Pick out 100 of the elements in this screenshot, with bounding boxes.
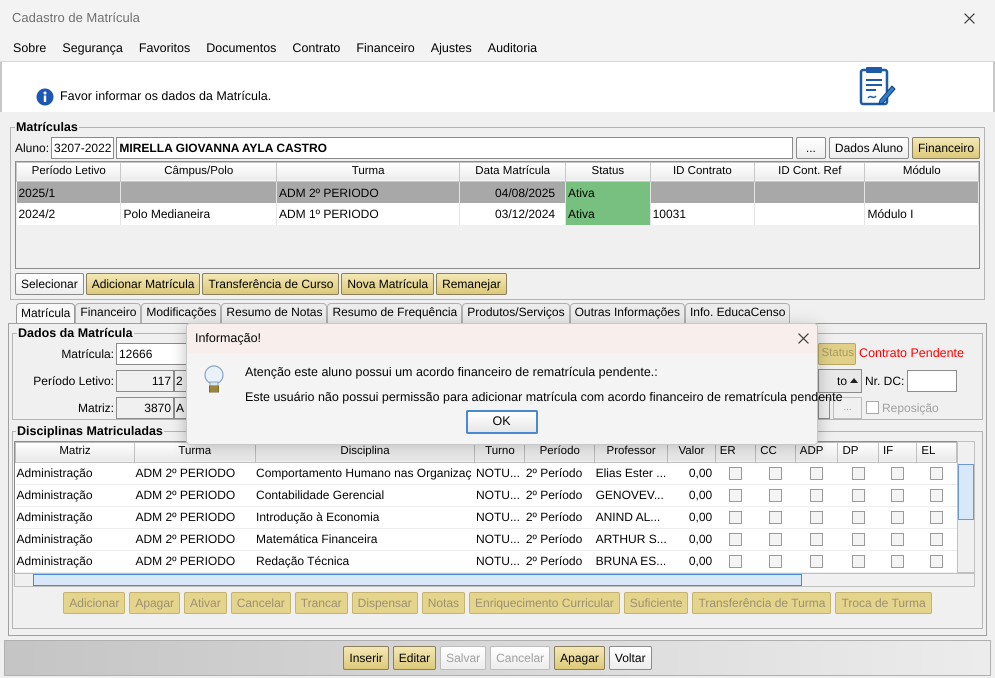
tab[interactable]: Modificações (141, 302, 222, 323)
checkbox[interactable] (852, 488, 865, 502)
checkbox[interactable] (891, 532, 904, 546)
checkbox[interactable] (930, 554, 944, 568)
checkbox[interactable] (891, 554, 904, 568)
tab[interactable]: Resumo de Frequência (327, 302, 462, 323)
table-cell: 0,00 (668, 506, 716, 528)
checkbox[interactable] (891, 488, 904, 502)
checkbox[interactable] (852, 466, 865, 480)
table-cell: Comportamento Humano nas Organizaç (255, 462, 475, 484)
column-header[interactable]: Módulo (864, 162, 978, 182)
enrollment-row[interactable]: 2024/2 Polo Medianeira ADM 1º PERIODO 03/12/2024 Ativa 10031 Módulo I (16, 203, 978, 226)
tab[interactable]: Outras Informações (570, 302, 685, 323)
student-data-button[interactable]: Dados Aluno (828, 136, 909, 159)
table-cell: NOTU... (474, 528, 525, 550)
menu-item[interactable]: Ajustes (430, 39, 472, 58)
action-button[interactable]: Transferência de Curso (202, 272, 340, 295)
column-header[interactable]: DP (838, 442, 878, 462)
column-header[interactable]: ID Contrato (650, 162, 755, 182)
checkbox[interactable] (930, 488, 944, 502)
checkbox[interactable] (852, 532, 865, 546)
footer-button[interactable]: Voltar (608, 646, 652, 670)
footer-button[interactable]: Editar (392, 646, 436, 670)
table-cell: GENOVEV... (594, 484, 668, 506)
checkbox[interactable] (930, 532, 944, 546)
table-cell: Administração (16, 484, 134, 506)
horizontal-scrollbar[interactable] (14, 572, 975, 586)
checkbox[interactable] (930, 510, 944, 524)
table-cell: Redação Técnica (255, 550, 475, 572)
checkbox[interactable] (930, 466, 944, 480)
table-cell: Matemática Financeira (255, 528, 475, 550)
student-code-field[interactable]: 3207-2022 (51, 136, 114, 159)
action-button[interactable]: Adicionar Matrícula (86, 272, 200, 295)
checkbox[interactable] (769, 488, 782, 502)
table-cell: 2024/2 (16, 203, 121, 226)
input-field[interactable]: 3870 (116, 396, 174, 418)
action-button[interactable]: Selecionar (15, 272, 84, 295)
column-header[interactable]: Data Matrícula (460, 162, 566, 182)
column-header[interactable]: ADP (795, 442, 838, 462)
tab[interactable]: Info. EducaCenso (684, 302, 790, 323)
financial-button[interactable]: Financeiro (912, 136, 980, 159)
column-header[interactable]: Matriz (16, 442, 134, 462)
column-header[interactable]: Período Letivo (16, 162, 121, 182)
dropdown-field[interactable]: to (818, 368, 862, 392)
table-cell: 2º Período (524, 462, 595, 484)
column-header[interactable]: Status (566, 162, 650, 182)
checkbox[interactable] (852, 510, 865, 524)
checkbox[interactable] (810, 510, 824, 524)
tab[interactable]: Produtos/Serviços (462, 302, 570, 323)
dialog-title: Informação! (195, 330, 262, 348)
checkbox[interactable] (728, 532, 742, 546)
checkbox[interactable] (769, 466, 782, 480)
checkbox[interactable] (728, 554, 742, 568)
footer-button[interactable]: Inserir (343, 646, 389, 670)
column-header[interactable]: ID Cont. Ref (754, 162, 865, 182)
menu-item[interactable]: Auditoria (488, 39, 538, 58)
checkbox[interactable] (891, 466, 904, 480)
checkbox[interactable] (728, 488, 742, 502)
browse-button[interactable]: ... (796, 136, 826, 159)
checkbox[interactable] (810, 488, 824, 502)
column-header[interactable]: EL (916, 442, 956, 462)
nr-dc-field[interactable] (907, 370, 958, 392)
close-icon[interactable] (964, 12, 975, 24)
menu-item[interactable]: Contrato (292, 39, 340, 58)
vertical-scrollbar[interactable] (957, 440, 975, 572)
column-header[interactable]: IF (878, 442, 917, 462)
checkbox[interactable] (769, 510, 782, 524)
column-header[interactable]: Turma (276, 162, 460, 182)
close-icon[interactable] (798, 333, 809, 344)
student-name-field[interactable]: MIRELLA GIOVANNA AYLA CASTRO (116, 136, 793, 159)
checkbox[interactable] (810, 554, 824, 568)
tab[interactable]: Financeiro (75, 302, 142, 323)
action-button[interactable]: Nova Matrícula (341, 272, 434, 295)
checkbox[interactable] (810, 466, 824, 480)
table-cell: NOTU... (474, 550, 525, 572)
checkbox[interactable] (810, 532, 824, 546)
ok-button[interactable]: OK (466, 410, 538, 434)
menu-item[interactable]: Financeiro (356, 39, 415, 58)
checkbox[interactable] (852, 554, 865, 568)
input-field[interactable]: 117 (116, 370, 174, 392)
action-button[interactable]: Remanejar (436, 272, 507, 295)
menu-item[interactable]: Segurança (62, 39, 123, 58)
contract-status: Contrato Pendente (859, 345, 964, 362)
checkbox[interactable] (728, 510, 742, 524)
column-header[interactable]: Turma (134, 442, 256, 462)
menu-item[interactable]: Documentos (206, 39, 276, 58)
menu-item[interactable]: Sobre (13, 39, 46, 58)
footer-button[interactable]: Apagar (554, 646, 605, 670)
menu-item[interactable]: Favoritos (138, 39, 190, 58)
table-cell: ADM 2º PERIODO (134, 462, 256, 484)
checkbox[interactable] (769, 532, 782, 546)
enrollment-row[interactable]: 2025/1 ADM 2º PERIODO 04/08/2025 Ativa (16, 181, 978, 204)
checkbox[interactable] (728, 466, 742, 480)
tab[interactable]: Resumo de Notas (221, 302, 328, 323)
tab[interactable]: Matrícula (16, 302, 76, 323)
table-cell: Polo Medianeira (120, 203, 276, 226)
checkbox[interactable] (866, 401, 879, 414)
checkbox[interactable] (891, 510, 904, 524)
column-header[interactable]: Câmpus/Polo (120, 162, 276, 182)
checkbox[interactable] (769, 554, 782, 568)
